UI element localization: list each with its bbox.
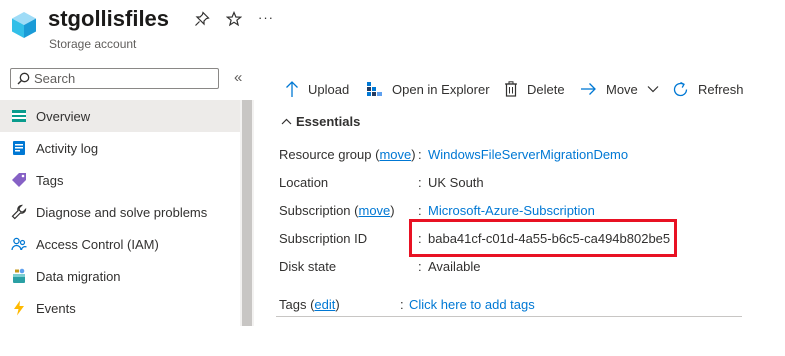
people-icon — [11, 236, 27, 252]
delete-button[interactable]: Delete — [504, 78, 565, 100]
subscription-label-close: ) — [390, 203, 395, 218]
lightning-icon — [11, 300, 27, 316]
sidebar-item-label: Events — [36, 300, 76, 316]
disk-state-value: Available — [428, 259, 481, 274]
tags-label-close: ) — [335, 297, 340, 312]
subscription-move-link[interactable]: move — [358, 203, 390, 218]
page-title: stgollisfiles — [48, 6, 170, 31]
sidebar-item-data-migration[interactable]: Data migration — [0, 260, 240, 292]
page-subtitle: Storage account — [49, 37, 137, 51]
collapse-sidebar-icon[interactable]: « — [234, 69, 242, 86]
upload-icon — [285, 80, 299, 98]
resource-group-label-text: Resource group ( — [279, 147, 380, 162]
search-input[interactable] — [30, 71, 214, 86]
resource-group-label: Resource group (move) — [279, 147, 416, 162]
upload-button[interactable]: Upload — [285, 78, 349, 100]
sidebar-item-diagnose[interactable]: Diagnose and solve problems — [0, 196, 240, 228]
sidebar-item-access-control[interactable]: Access Control (IAM) — [0, 228, 240, 260]
wrench-icon — [11, 204, 27, 220]
tags-colon: : — [400, 297, 404, 312]
arrow-right-icon — [580, 82, 597, 96]
subscription-colon: : — [418, 203, 422, 218]
sidebar-item-label: Activity log — [36, 140, 99, 156]
subscription-label: Subscription (move) — [279, 203, 395, 218]
resource-group-label-close: ) — [411, 147, 416, 162]
disk-state-label: Disk state — [279, 259, 337, 274]
delete-label: Delete — [527, 81, 565, 97]
chevron-up-icon — [281, 118, 292, 125]
overview-icon — [11, 108, 27, 124]
subscription-id-label: Subscription ID — [279, 231, 368, 246]
sidebar-item-overview[interactable]: Overview — [0, 100, 240, 132]
pin-icon[interactable] — [194, 11, 210, 31]
resource-group-move-link[interactable]: move — [379, 147, 411, 162]
sidebar-item-label: Diagnose and solve problems — [36, 204, 208, 220]
sidebar-item-label: Access Control (IAM) — [36, 236, 159, 252]
tags-label: Tags (edit) — [279, 297, 340, 312]
essentials-header: Essentials — [296, 114, 361, 129]
open-in-explorer-label: Open in Explorer — [392, 81, 490, 97]
resource-group-colon: : — [418, 147, 422, 162]
move-label: Move — [606, 81, 638, 97]
trash-icon — [504, 81, 518, 97]
add-tags-link[interactable]: Click here to add tags — [409, 297, 535, 312]
sidebar-item-tags[interactable]: Tags — [0, 164, 240, 196]
location-value: UK South — [428, 175, 484, 190]
tags-label-text: Tags ( — [279, 297, 315, 312]
sidebar-item-events[interactable]: Events — [0, 292, 240, 324]
ellipsis-icon[interactable]: ··· — [258, 10, 274, 25]
move-button[interactable]: Move — [580, 78, 659, 100]
search-box[interactable] — [10, 68, 219, 89]
upload-label: Upload — [308, 81, 350, 97]
sidebar-item-label: Overview — [36, 108, 91, 124]
essentials-toggle[interactable]: Essentials — [281, 114, 360, 129]
refresh-label: Refresh — [698, 81, 744, 97]
star-icon[interactable] — [225, 10, 243, 31]
chevron-down-icon — [647, 85, 659, 93]
resource-group-value-link[interactable]: WindowsFileServerMigrationDemo — [428, 147, 628, 162]
sidebar-item-label: Tags — [36, 172, 64, 188]
sidebar-item-activity-log[interactable]: Activity log — [0, 132, 240, 164]
tag-icon — [11, 172, 27, 188]
location-colon: : — [418, 175, 422, 190]
subscription-label-text: Subscription ( — [279, 203, 359, 218]
data-migration-icon — [11, 268, 27, 284]
refresh-icon — [672, 81, 689, 98]
activity-log-icon — [11, 140, 27, 156]
refresh-button[interactable]: Refresh — [672, 78, 744, 100]
subscription-id-highlight-box — [409, 219, 677, 257]
storage-account-icon — [11, 11, 37, 39]
subscription-value-link[interactable]: Microsoft-Azure-Subscription — [428, 203, 595, 218]
essentials-divider — [276, 316, 742, 317]
sidebar-item-label: Data migration — [36, 268, 121, 284]
open-in-explorer-button[interactable]: Open in Explorer — [366, 78, 490, 100]
storage-explorer-icon — [366, 81, 383, 98]
location-label: Location — [279, 175, 329, 190]
disk-state-colon: : — [418, 259, 422, 274]
search-icon — [17, 72, 30, 85]
tags-edit-link[interactable]: edit — [314, 297, 335, 312]
sidebar-scroll-thumb[interactable] — [242, 100, 252, 326]
